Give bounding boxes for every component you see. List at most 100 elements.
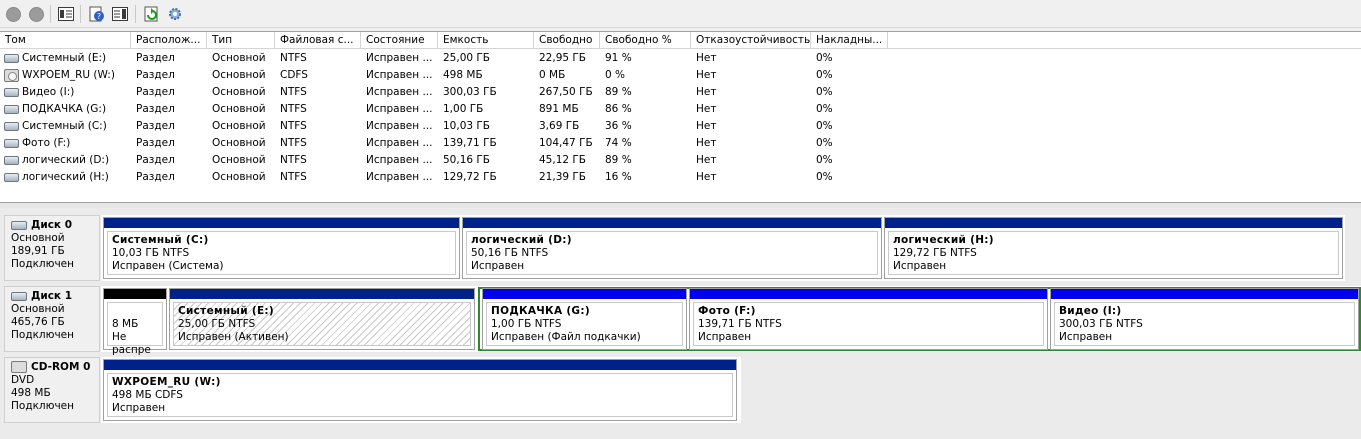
- disk-size: 189,91 ГБ: [11, 245, 65, 257]
- partition-status: Исправен: [471, 260, 525, 272]
- disk-state: Подключен: [11, 400, 74, 412]
- partition-e[interactable]: Системный (E:) 25,00 ГБ NTFS Исправен (Акт…: [169, 288, 475, 350]
- toolbar: ?: [0, 0, 1361, 28]
- partition-c[interactable]: Системный (C:) 10,03 ГБ NTFS Исправен (Сис…: [103, 217, 460, 279]
- column-header-type[interactable]: Тип: [207, 32, 275, 49]
- partition-h[interactable]: логический (H:) 129,72 ГБ NTFS Исправен: [884, 217, 1343, 279]
- partition-name: Фото (F:): [698, 305, 756, 317]
- cell-fault-tolerance: Нет: [696, 171, 717, 183]
- disk-name: CD-ROM 0: [31, 361, 91, 373]
- partition-name: логический (D:): [471, 234, 572, 246]
- volume-icon: [4, 54, 19, 63]
- forward-icon[interactable]: [27, 5, 45, 23]
- properties-icon[interactable]: [111, 5, 129, 23]
- cell-free-percent: 89 %: [605, 154, 632, 166]
- cell-overhead: 0%: [816, 103, 833, 115]
- table-row[interactable]: ПОДКАЧКА (G:) Раздел Основной NTFS Исправен …: [0, 101, 1361, 118]
- cell-free: 267,50 ГБ: [539, 86, 593, 98]
- cell-status: Исправен ...: [366, 86, 433, 98]
- partition-status: Не распре: [112, 331, 151, 356]
- partition-size: 129,72 ГБ NTFS: [893, 247, 977, 259]
- show-pane-icon[interactable]: [57, 5, 75, 23]
- partition-d[interactable]: логический (D:) 50,16 ГБ NTFS Исправен: [462, 217, 882, 279]
- cell-filesystem: NTFS: [280, 52, 307, 64]
- cell-overhead: 0%: [816, 171, 833, 183]
- column-header-filesystem[interactable]: Файловая с...: [275, 32, 361, 49]
- cell-overhead: 0%: [816, 69, 833, 81]
- cell-free: 22,95 ГБ: [539, 52, 587, 64]
- column-header-capacity[interactable]: Емкость: [438, 32, 534, 49]
- partition-w[interactable]: WXPOEM_RU (W:) 498 МБ CDFS Исправен: [103, 359, 737, 421]
- partition-unallocated[interactable]: 8 МБ Не распре: [103, 288, 167, 356]
- table-row[interactable]: Фото (F:) Раздел Основной NTFS Исправен ... 1…: [0, 135, 1361, 152]
- partition-size: 10,03 ГБ NTFS: [112, 247, 190, 259]
- column-header-overhead[interactable]: Накладны...: [811, 32, 888, 49]
- cell-filesystem: NTFS: [280, 171, 307, 183]
- help-icon[interactable]: ?: [88, 5, 106, 23]
- partition-status: Исправен (Система): [112, 260, 224, 272]
- partition-name: WXPOEM_RU (W:): [112, 376, 221, 388]
- refresh-icon[interactable]: [143, 5, 161, 23]
- partition-f[interactable]: Фото (F:) 139,71 ГБ NTFS Исправен: [689, 288, 1048, 350]
- table-row[interactable]: Системный (E:) Раздел Основной NTFS Исправен…: [0, 50, 1361, 67]
- cell-fault-tolerance: Нет: [696, 86, 717, 98]
- partition-name: Видео (I:): [1059, 305, 1122, 317]
- cell-capacity: 1,00 ГБ: [443, 103, 484, 115]
- cell-capacity: 25,00 ГБ: [443, 52, 491, 64]
- cell-filesystem: NTFS: [280, 120, 307, 132]
- partition-name: ПОДКАЧКА (G:): [491, 305, 590, 317]
- settings-icon[interactable]: [166, 5, 184, 23]
- partition-i[interactable]: Видео (I:) 300,03 ГБ NTFS Исправен: [1050, 288, 1359, 350]
- cell-filesystem: CDFS: [280, 69, 308, 81]
- table-row[interactable]: логический (H:) Раздел Основной NTFS Исправе…: [0, 169, 1361, 186]
- cell-free: 45,12 ГБ: [539, 154, 587, 166]
- partition-size: 498 МБ CDFS: [112, 389, 183, 401]
- table-row[interactable]: WXPOEM_RU (W:) Раздел Основной CDFS Исправен…: [0, 67, 1361, 84]
- cell-filesystem: NTFS: [280, 103, 307, 115]
- column-header-fault-tolerance[interactable]: Отказоустойчивость: [691, 32, 811, 49]
- table-row[interactable]: логический (D:) Раздел Основной NTFS Исправе…: [0, 152, 1361, 169]
- cell-volume: Фото (F:): [0, 135, 131, 152]
- volume-icon: [4, 139, 19, 148]
- cell-volume: логический (D:): [0, 152, 131, 169]
- table-row[interactable]: Видео (I:) Раздел Основной NTFS Исправен ...…: [0, 84, 1361, 101]
- cell-layout: Раздел: [136, 86, 175, 98]
- partition-size: 50,16 ГБ NTFS: [471, 247, 549, 259]
- disk-name: Диск 1: [31, 290, 73, 302]
- volume-icon: [4, 173, 19, 182]
- partition-status: Исправен (Файл подкачки): [491, 331, 641, 343]
- column-header-volume[interactable]: Том: [0, 32, 131, 49]
- cell-layout: Раздел: [136, 154, 175, 166]
- cdrom-0-label[interactable]: CD-ROM 0 DVD 498 МБ Подключен: [4, 357, 100, 423]
- disk-kind: Основной: [11, 303, 65, 315]
- primary-partition-bar: [885, 218, 1342, 228]
- disk-1-partitions: 8 МБ Не распре Системный (E:) 25,00 ГБ NTF…: [101, 286, 1361, 356]
- cell-free: 3,69 ГБ: [539, 120, 580, 132]
- disk-kind: DVD: [11, 374, 35, 386]
- column-header-free[interactable]: Свободно: [534, 32, 600, 49]
- cell-layout: Раздел: [136, 171, 175, 183]
- partition-g[interactable]: ПОДКАЧКА (G:) 1,00 ГБ NTFS Исправен (Файл …: [482, 288, 687, 350]
- column-header-layout[interactable]: Располож...: [131, 32, 207, 49]
- column-header-free-percent[interactable]: Свободно %: [600, 32, 691, 49]
- disk-1-label[interactable]: Диск 1 Основной 465,76 ГБ Подключен: [4, 286, 100, 352]
- back-icon[interactable]: [4, 5, 22, 23]
- volume-name: ПОДКАЧКА (G:): [22, 103, 107, 115]
- logical-drive-bar: [483, 289, 686, 299]
- disk-0-label[interactable]: Диск 0 Основной 189,91 ГБ Подключен: [4, 215, 100, 281]
- column-header-status[interactable]: Состояние: [361, 32, 438, 49]
- cell-free-percent: 89 %: [605, 86, 632, 98]
- primary-partition-bar: [104, 218, 459, 228]
- volume-name: WXPOEM_RU (W:): [22, 69, 115, 81]
- cell-fault-tolerance: Нет: [696, 120, 717, 132]
- volume-name: логический (D:): [22, 154, 110, 166]
- cell-type: Основной: [212, 120, 266, 132]
- partition-size: 300,03 ГБ NTFS: [1059, 318, 1143, 330]
- cell-overhead: 0%: [816, 120, 833, 132]
- table-row[interactable]: Системный (C:) Раздел Основной NTFS Исправен…: [0, 118, 1361, 135]
- cell-free: 0 МБ: [539, 69, 566, 81]
- primary-partition-bar: [463, 218, 881, 228]
- cell-layout: Раздел: [136, 52, 175, 64]
- cell-status: Исправен ...: [366, 69, 433, 81]
- partition-name: Системный (E:): [178, 305, 275, 317]
